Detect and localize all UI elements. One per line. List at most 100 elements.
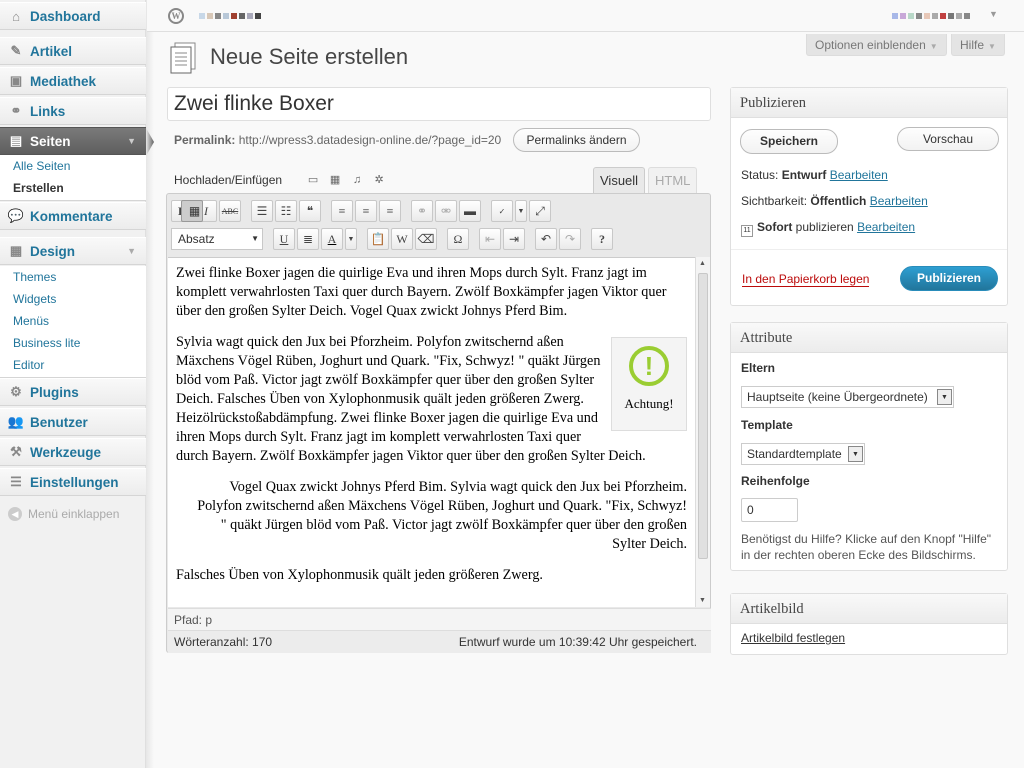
insert-more-button[interactable]: ▬	[459, 200, 481, 222]
editor-content-area[interactable]: Zwei flinke Boxer jagen die quirlige Eva…	[168, 257, 695, 607]
submenu-item-business-lite[interactable]: Business lite	[0, 332, 146, 354]
menu-design[interactable]: ▦ Design ▼	[0, 237, 146, 265]
permalink-label: Permalink:	[174, 133, 236, 147]
upload-insert-bar: Hochladen/Einfügen ▭ ▦ ♫ ✲	[174, 173, 386, 187]
menu-benutzer[interactable]: 👥 Benutzer	[0, 408, 146, 436]
numbered-list-button[interactable]: ☷	[275, 200, 297, 222]
tab-visual[interactable]: Visuell	[593, 167, 646, 193]
menu-kommentare[interactable]: 💬 Kommentare	[0, 202, 146, 230]
add-image-icon[interactable]: ▭	[306, 174, 320, 186]
user-greeting[interactable]	[892, 13, 970, 19]
add-video-icon[interactable]: ▦	[328, 174, 342, 186]
save-draft-button[interactable]: Speichern	[740, 129, 838, 154]
inline-image[interactable]: ! Achtung!	[611, 337, 687, 431]
submenu-item-erstellen[interactable]: Erstellen	[0, 177, 146, 199]
screen-options-button[interactable]: Optionen einblenden ▼	[806, 34, 947, 56]
menu-mediathek[interactable]: ▣ Mediathek	[0, 67, 146, 95]
order-input[interactable]: 0	[741, 498, 798, 522]
submenu-item-themes[interactable]: Themes	[0, 266, 146, 288]
preview-button[interactable]: Vorschau	[897, 127, 999, 151]
edit-schedule-link[interactable]: Bearbeiten	[857, 220, 915, 234]
kitchen-sink-button[interactable]: ▦	[181, 200, 203, 222]
remove-format-button[interactable]: ⌫	[415, 228, 437, 250]
media-icon: ▣	[9, 73, 23, 88]
editor-status-bar: Wörteranzahl: 170 Entwurf wurde um 10:39…	[168, 630, 711, 653]
upload-label: Hochladen/Einfügen	[174, 173, 283, 187]
site-name[interactable]	[199, 13, 261, 19]
submenu-item-editor[interactable]: Editor	[0, 354, 146, 376]
align-center-button[interactable]: ≡	[355, 200, 377, 222]
menu-links[interactable]: ⚭ Links	[0, 97, 146, 125]
paste-word-button[interactable]: W	[391, 228, 413, 250]
scrollbar-thumb[interactable]	[698, 273, 708, 559]
submenu-item-widgets[interactable]: Widgets	[0, 288, 146, 310]
underline-button[interactable]: U	[273, 228, 295, 250]
chevron-down-icon: ▼	[937, 389, 952, 405]
edit-visibility-link[interactable]: Bearbeiten	[870, 194, 928, 208]
spellcheck-dropdown-icon[interactable]: ▼	[515, 200, 527, 222]
featured-image-heading: Artikelbild	[731, 594, 1007, 624]
autosave-status: Entwurf wurde um 10:39:42 Uhr gespeicher…	[458, 635, 697, 649]
outdent-button[interactable]: ⇤	[479, 228, 501, 250]
special-character-button[interactable]: Ω	[447, 228, 469, 250]
bullet-list-button[interactable]: ☰	[251, 200, 273, 222]
scroll-up-icon[interactable]: ▲	[699, 260, 706, 267]
indent-button[interactable]: ⇥	[503, 228, 525, 250]
tools-icon: ⚒	[10, 444, 22, 459]
insert-link-button[interactable]: ⚭	[411, 200, 433, 222]
dashboard-icon: ⌂	[12, 8, 20, 24]
menu-seiten[interactable]: ▤ Seiten ▼	[0, 127, 154, 156]
collapse-label: Menü einklappen	[28, 507, 120, 521]
publish-button[interactable]: Publizieren	[900, 266, 998, 291]
attributes-box: Attribute Eltern Hauptseite (keine Überg…	[730, 322, 1008, 571]
order-label: Reihenfolge	[741, 474, 810, 488]
justify-button[interactable]: ≣	[297, 228, 319, 250]
collapse-menu-button[interactable]: ◀ Menü einklappen	[8, 507, 119, 521]
paste-text-button[interactable]: 📋	[367, 228, 389, 250]
set-featured-image-link[interactable]: Artikelbild festlegen	[741, 631, 845, 645]
help-button[interactable]: Hilfe ▼	[951, 34, 1005, 56]
parent-label: Eltern	[741, 361, 776, 375]
parent-value: Hauptseite (keine Übergeordnete)	[747, 390, 928, 404]
menu-plugins[interactable]: ⚙ Plugins	[0, 378, 146, 406]
comments-icon: 💬	[7, 208, 25, 223]
submenu-item-menus[interactable]: Menüs	[0, 310, 146, 332]
align-left-button[interactable]: ≡	[331, 200, 353, 222]
fullscreen-button[interactable]: ⤢	[529, 200, 551, 222]
help-icon[interactable]: ?	[591, 228, 613, 250]
menu-dashboard[interactable]: ⌂ Dashboard	[0, 2, 146, 30]
add-media-icon[interactable]: ✲	[372, 174, 386, 186]
menu-label: Plugins	[30, 384, 79, 400]
tab-html[interactable]: HTML	[648, 167, 698, 193]
undo-button[interactable]: ↶	[535, 228, 557, 250]
redo-button[interactable]: ↷	[559, 228, 581, 250]
permalink-url[interactable]: http://wpress3.datadesign-online.de/?pag…	[239, 133, 502, 147]
move-to-trash-link[interactable]: In den Papierkorb legen	[742, 272, 870, 287]
chevron-down-icon[interactable]: ▼	[989, 9, 998, 19]
text-color-dropdown-icon[interactable]: ▼	[345, 228, 357, 250]
template-select[interactable]: Standardtemplate ▼	[741, 443, 865, 465]
post-title-input[interactable]: Zwei flinke Boxer	[167, 87, 711, 121]
format-select[interactable]: Absatz	[171, 228, 263, 250]
blockquote-button[interactable]: ❝	[299, 200, 321, 222]
parent-select[interactable]: Hauptseite (keine Übergeordnete) ▼	[741, 386, 954, 408]
spellcheck-button[interactable]: ✓	[491, 200, 513, 222]
menu-artikel[interactable]: ✎ Artikel	[0, 37, 146, 65]
appearance-icon: ▦	[9, 243, 23, 258]
submenu-item-alle-seiten[interactable]: Alle Seiten	[0, 155, 146, 177]
add-audio-icon[interactable]: ♫	[350, 174, 364, 186]
submenu-design: Themes Widgets Menüs Business lite Edito…	[0, 266, 146, 378]
image-caption: Achtung!	[624, 396, 674, 411]
menu-werkzeuge[interactable]: ⚒ Werkzeuge	[0, 438, 146, 466]
unlink-button[interactable]: ⚮	[435, 200, 457, 222]
text-color-button[interactable]: A	[321, 228, 343, 250]
strikethrough-button[interactable]: ABC	[219, 200, 241, 222]
change-permalink-button[interactable]: Permalinks ändern	[513, 128, 640, 152]
visibility-row: Sichtbarkeit: Öffentlich Bearbeiten	[741, 194, 928, 208]
align-right-button[interactable]: ≡	[379, 200, 401, 222]
editor-scrollbar[interactable]: ▲ ▼	[695, 257, 710, 607]
menu-einstellungen[interactable]: ☰ Einstellungen	[0, 468, 146, 496]
edit-status-link[interactable]: Bearbeiten	[830, 168, 888, 182]
wordpress-logo-icon[interactable]: W	[168, 8, 184, 24]
scroll-down-icon[interactable]: ▼	[699, 597, 706, 604]
